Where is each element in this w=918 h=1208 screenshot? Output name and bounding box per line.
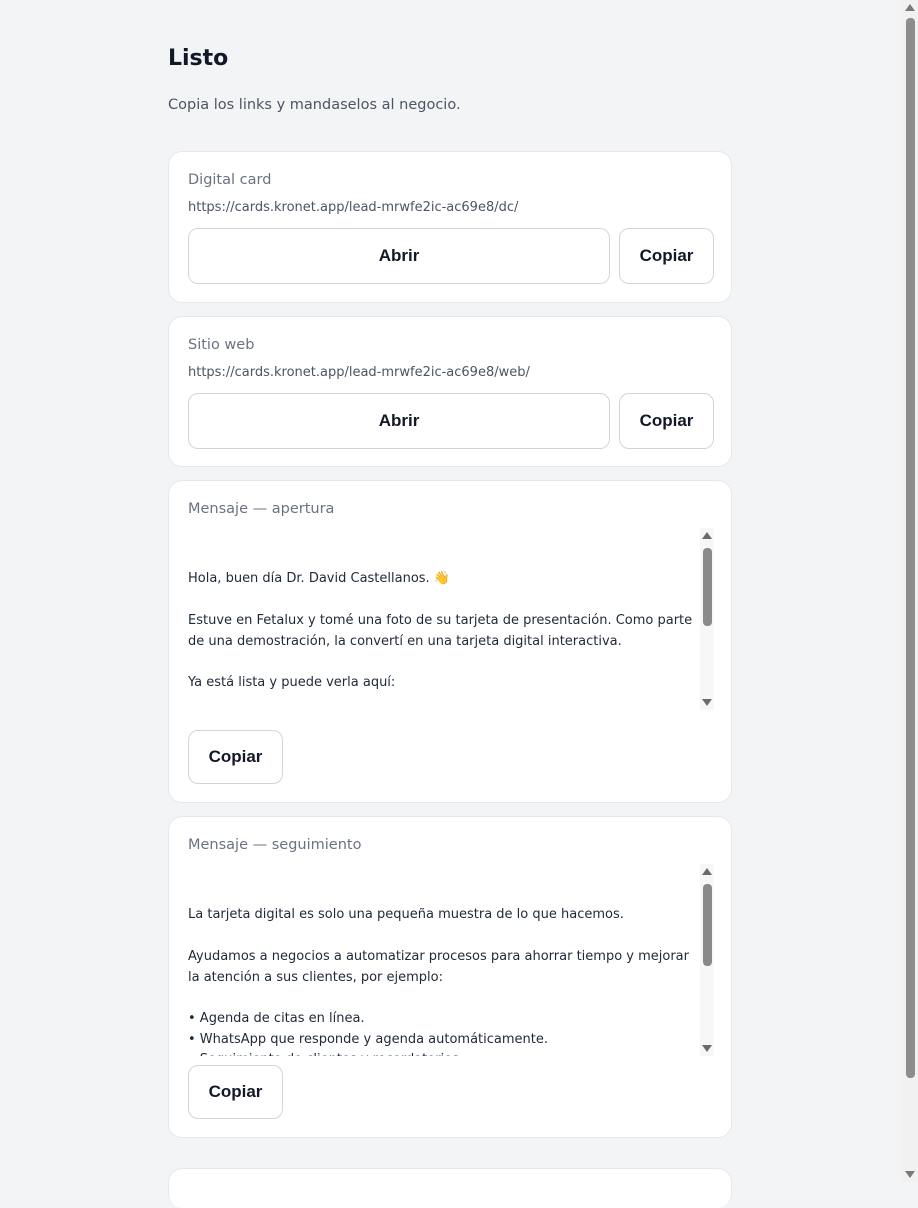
followup-message-label: Mensaje — seguimiento (188, 837, 362, 853)
page-scroll-down-icon[interactable] (905, 1171, 915, 1178)
digital-card-label: Digital card (188, 172, 272, 188)
followup-message-scrollbar[interactable] (700, 864, 714, 1056)
page-scroll-thumb[interactable] (906, 18, 915, 1078)
scroll-up-arrow-icon[interactable] (702, 532, 712, 539)
website-url: https://cards.kronet.app/lead-mrwfe2ic-a… (188, 365, 530, 380)
followup-message-textarea[interactable]: La tarjeta digital es solo una pequeña m… (188, 864, 714, 1056)
page-scroll-up-icon[interactable] (905, 4, 915, 11)
digital-card-panel: Digital card https://cards.kronet.app/le… (168, 151, 732, 303)
open-digital-card-button[interactable]: Abrir (188, 228, 610, 284)
digital-card-url: https://cards.kronet.app/lead-mrwfe2ic-a… (188, 200, 519, 215)
opening-message-textarea[interactable]: Hola, buen día Dr. David Castellanos. 👋 … (188, 528, 714, 710)
scroll-down-arrow-icon[interactable] (702, 1045, 712, 1052)
copy-opening-message-button[interactable]: Copiar (188, 730, 283, 784)
scroll-up-arrow-icon[interactable] (702, 868, 712, 875)
scroll-down-arrow-icon[interactable] (702, 699, 712, 706)
next-panel (168, 1168, 732, 1208)
website-panel: Sitio web https://cards.kronet.app/lead-… (168, 316, 732, 467)
opening-message-text: Hola, buen día Dr. David Castellanos. 👋 … (188, 571, 693, 690)
page-title: Listo (168, 46, 229, 71)
copy-digital-card-button[interactable]: Copiar (619, 228, 714, 284)
followup-message-text: La tarjeta digital es solo una pequeña m… (188, 907, 689, 1056)
followup-message-scroll-thumb[interactable] (703, 884, 712, 966)
opening-message-panel: Mensaje — apertura Hola, buen día Dr. Da… (168, 480, 732, 803)
opening-message-label: Mensaje — apertura (188, 501, 335, 517)
page-scrollbar[interactable] (902, 0, 918, 1182)
page-subtitle: Copia los links y mandaselos al negocio. (168, 97, 461, 113)
website-label: Sitio web (188, 337, 255, 353)
opening-message-scroll-thumb[interactable] (703, 548, 712, 626)
copy-website-button[interactable]: Copiar (619, 393, 714, 449)
open-website-button[interactable]: Abrir (188, 393, 610, 449)
followup-message-panel: Mensaje — seguimiento La tarjeta digital… (168, 816, 732, 1138)
opening-message-scrollbar[interactable] (700, 528, 714, 710)
copy-followup-message-button[interactable]: Copiar (188, 1065, 283, 1119)
